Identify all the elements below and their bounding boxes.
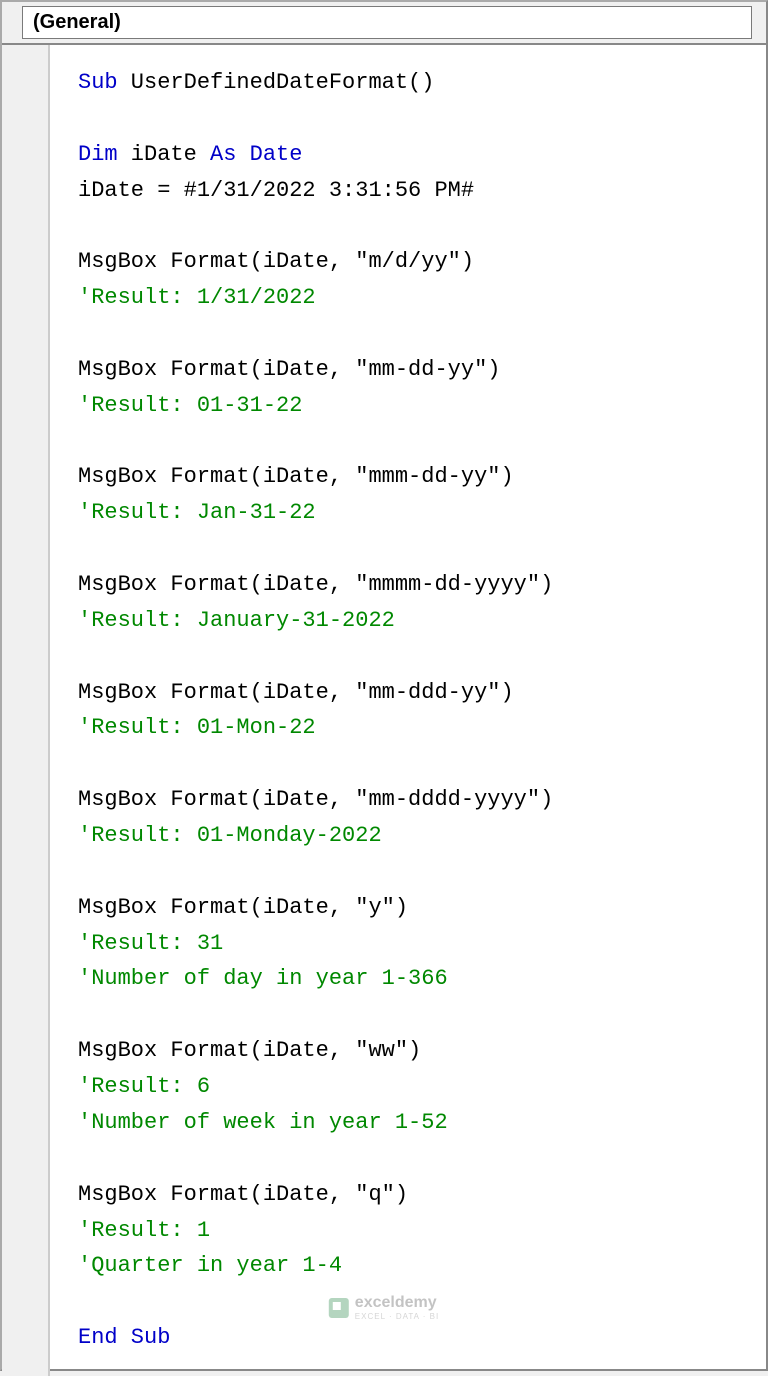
- code-line: Sub UserDefinedDateFormat(): [78, 65, 553, 101]
- object-dropdown[interactable]: (General): [22, 6, 752, 39]
- code-line: [78, 208, 553, 244]
- code-line: End Sub: [78, 1320, 553, 1356]
- vbe-window: (General) Sub UserDefinedDateFormat() Di…: [0, 0, 768, 1371]
- margin-indicator-bar: [2, 45, 50, 1376]
- code-line: MsgBox Format(iDate, "y"): [78, 890, 553, 926]
- code-line: [78, 997, 553, 1033]
- code-line: 'Result: 01-Mon-22: [78, 710, 553, 746]
- code-line: 'Result: January-31-2022: [78, 603, 553, 639]
- code-line: 'Number of week in year 1-52: [78, 1105, 553, 1141]
- code-line: MsgBox Format(iDate, "mm-ddd-yy"): [78, 675, 553, 711]
- code-line: [78, 639, 553, 675]
- code-line: 'Result: 01-Monday-2022: [78, 818, 553, 854]
- code-line: 'Result: 31: [78, 926, 553, 962]
- code-line: 'Number of day in year 1-366: [78, 961, 553, 997]
- code-line: [78, 1141, 553, 1177]
- code-line: [78, 101, 553, 137]
- code-line: [78, 424, 553, 460]
- watermark-brand: exceldemy: [355, 1294, 437, 1311]
- code-line: 'Result: Jan-31-22: [78, 495, 553, 531]
- code-line: 'Result: 6: [78, 1069, 553, 1105]
- watermark-text-wrap: exceldemy EXCEL · DATA · BI: [355, 1294, 439, 1321]
- code-pane: Sub UserDefinedDateFormat() Dim iDate As…: [2, 45, 766, 1376]
- code-line: MsgBox Format(iDate, "q"): [78, 1177, 553, 1213]
- watermark: exceldemy EXCEL · DATA · BI: [329, 1294, 439, 1321]
- watermark-logo-icon: [329, 1298, 349, 1318]
- code-line: 'Quarter in year 1-4: [78, 1248, 553, 1284]
- dropdown-bar: (General): [2, 2, 766, 45]
- code-line: [78, 854, 553, 890]
- watermark-tagline: EXCEL · DATA · BI: [355, 1312, 439, 1321]
- object-dropdown-text: (General): [33, 11, 121, 34]
- code-line: iDate = #1/31/2022 3:31:56 PM#: [78, 173, 553, 209]
- code-line: [78, 316, 553, 352]
- code-line: [78, 746, 553, 782]
- code-line: Dim iDate As Date: [78, 137, 553, 173]
- code-line: MsgBox Format(iDate, "mmmm-dd-yyyy"): [78, 567, 553, 603]
- code-line: 'Result: 01-31-22: [78, 388, 553, 424]
- code-line: 'Result: 1/31/2022: [78, 280, 553, 316]
- code-line: MsgBox Format(iDate, "mm-dddd-yyyy"): [78, 782, 553, 818]
- code-line: MsgBox Format(iDate, "mmm-dd-yy"): [78, 459, 553, 495]
- code-line: MsgBox Format(iDate, "ww"): [78, 1033, 553, 1069]
- code-line: [78, 531, 553, 567]
- code-line: MsgBox Format(iDate, "m/d/yy"): [78, 244, 553, 280]
- code-editor[interactable]: Sub UserDefinedDateFormat() Dim iDate As…: [50, 45, 553, 1376]
- code-line: [78, 1284, 553, 1320]
- code-line: MsgBox Format(iDate, "mm-dd-yy"): [78, 352, 553, 388]
- code-line: 'Result: 1: [78, 1213, 553, 1249]
